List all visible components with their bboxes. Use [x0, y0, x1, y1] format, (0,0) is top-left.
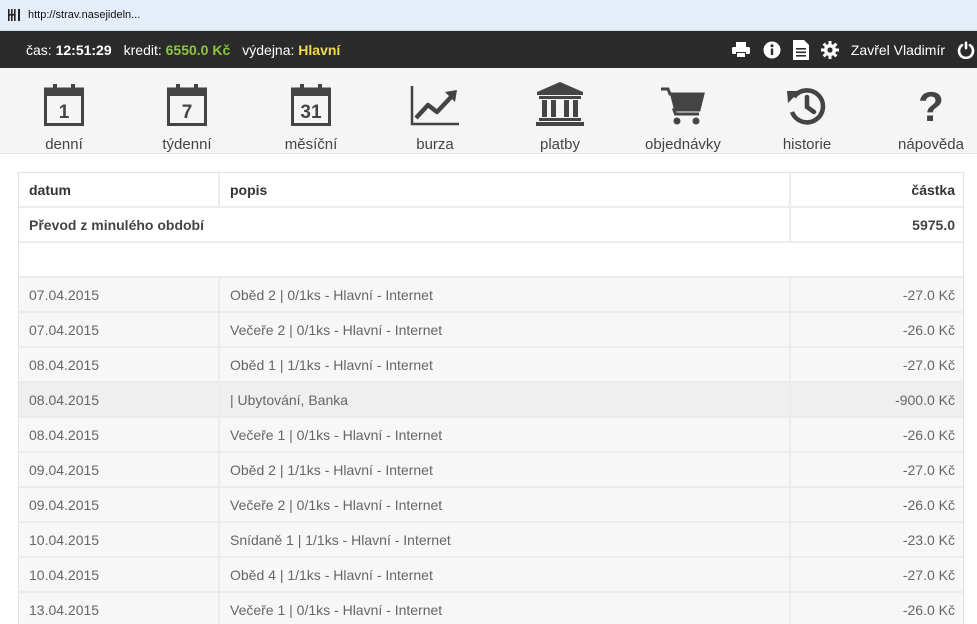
row-description: Oběd 1 | 1/1ks - Hlavní - Internet [220, 348, 791, 381]
table-row[interactable]: 13.04.2015 Večeře 1 | 0/1ks - Hlavní - I… [19, 593, 963, 624]
row-amount: -27.0 Kč [902, 286, 955, 303]
nav-label-daily: denní [45, 136, 83, 153]
row-date: 09.04.2015 [19, 453, 220, 486]
line-chart-icon [410, 86, 459, 126]
print-icon[interactable] [731, 41, 751, 58]
power-icon[interactable] [957, 41, 975, 59]
calendar-week-icon: 7 [167, 84, 207, 126]
row-date: 10.04.2015 [19, 558, 220, 591]
row-amount: -27.0 Kč [902, 566, 955, 583]
credit-display: kredit: 6550.0 Kč [124, 42, 231, 58]
table-row[interactable]: 08.04.2015 | Ubytování, Banka -900.0 Kč [19, 383, 963, 418]
row-description: Večeře 2 | 0/1ks - Hlavní - Internet [220, 488, 791, 521]
calendar-month-icon: 31 [291, 84, 331, 126]
table-row[interactable]: 08.04.2015 Večeře 1 | 0/1ks - Hlavní - I… [19, 418, 963, 453]
row-amount: -26.0 Kč [902, 601, 955, 618]
row-amount: -27.0 Kč [902, 461, 955, 478]
main-nav: 1 denní 7 týdenní 31 měsíční burza platb… [0, 68, 977, 154]
row-amount: -27.0 Kč [902, 356, 955, 373]
nav-label-help: nápověda [898, 136, 964, 153]
nav-item-help[interactable]: ? nápověda [891, 68, 971, 154]
row-date: 07.04.2015 [19, 278, 220, 311]
nav-item-monthly[interactable]: 31 měsíční [276, 68, 346, 154]
status-bar: čas: 12:51:29 kredit: 6550.0 Kč výdejna:… [0, 31, 977, 68]
bank-icon [536, 82, 584, 126]
browser-address-bar: http://strav.nasejideln... [0, 0, 977, 31]
info-icon[interactable] [763, 41, 781, 59]
nav-label-weekly: týdenní [162, 136, 212, 153]
gear-icon[interactable] [820, 40, 839, 59]
nav-item-weekly[interactable]: 7 týdenní [152, 68, 222, 154]
nav-item-daily[interactable]: 1 denní [34, 68, 94, 154]
carry-over-row: Převod z minulého období 5975.0 [19, 208, 963, 243]
credit-label: kredit: [123, 41, 162, 58]
history-icon [787, 88, 826, 125]
row-description: | Ubytování, Banka [220, 383, 791, 416]
calendar-day-icon: 1 [44, 84, 84, 126]
table-header-row: datum popis částka [19, 173, 963, 208]
question-mark: ? [918, 86, 944, 126]
table-row[interactable]: 07.04.2015 Oběd 2 | 0/1ks - Hlavní - Int… [19, 278, 963, 313]
calendar-month-number: 31 [300, 102, 322, 123]
header-date[interactable]: datum [19, 173, 220, 206]
user-name[interactable]: Zavřel Vladimír [851, 42, 945, 58]
credit-value: 6550.0 Kč [165, 41, 231, 58]
spacer-cell [19, 243, 963, 276]
row-date: 09.04.2015 [19, 488, 220, 521]
table-row[interactable]: 09.04.2015 Oběd 2 | 1/1ks - Hlavní - Int… [19, 453, 963, 488]
table-row[interactable]: 10.04.2015 Oběd 4 | 1/1ks - Hlavní - Int… [19, 558, 963, 593]
nav-label-exchange: burza [416, 136, 454, 153]
header-description[interactable]: popis [220, 173, 791, 206]
address-url[interactable]: http://strav.nasejideln... [28, 9, 140, 21]
nav-item-orders[interactable]: objednávky [638, 68, 728, 154]
transactions-table: datum popis částka Převod z minulého obd… [18, 172, 964, 624]
nav-item-exchange[interactable]: burza [400, 68, 470, 154]
calendar-day-number: 1 [59, 102, 70, 123]
row-amount: -26.0 Kč [902, 496, 955, 513]
canteen-value: Hlavní [298, 41, 341, 58]
row-description: Večeře 2 | 0/1ks - Hlavní - Internet [220, 313, 791, 346]
nav-item-history[interactable]: historie [772, 68, 842, 154]
nav-label-monthly: měsíční [284, 136, 338, 153]
question-icon: ? [918, 86, 944, 126]
row-date: 08.04.2015 [19, 348, 220, 381]
table-row[interactable]: 07.04.2015 Večeře 2 | 0/1ks - Hlavní - I… [19, 313, 963, 348]
row-date: 10.04.2015 [19, 523, 220, 556]
table-row[interactable]: 10.04.2015 Snídaně 1 | 1/1ks - Hlavní - … [19, 523, 963, 558]
row-amount: -26.0 Kč [902, 426, 955, 443]
nav-label-orders: objednávky [645, 136, 721, 153]
time-value: 12:51:29 [55, 41, 112, 58]
canteen-display: výdejna: Hlavní [242, 42, 340, 58]
row-date: 07.04.2015 [19, 313, 220, 346]
cart-icon [661, 87, 705, 125]
canteen-label: výdejna: [242, 41, 295, 58]
row-date: 13.04.2015 [19, 593, 220, 624]
row-date: 08.04.2015 [19, 383, 220, 416]
status-actions: Zavřel Vladimír [731, 31, 977, 68]
row-description: Oběd 2 | 0/1ks - Hlavní - Internet [220, 278, 791, 311]
spacer-row [19, 243, 963, 278]
carry-over-amount: 5975.0 [912, 216, 955, 233]
document-icon[interactable] [792, 39, 809, 60]
time-display: čas: 12:51:29 [26, 42, 112, 58]
table-row[interactable]: 09.04.2015 Večeře 2 | 0/1ks - Hlavní - I… [19, 488, 963, 523]
row-description: Večeře 1 | 0/1ks - Hlavní - Internet [220, 418, 791, 451]
row-amount: -26.0 Kč [902, 321, 955, 338]
row-description: Oběd 2 | 1/1ks - Hlavní - Internet [220, 453, 791, 486]
time-label: čas: [26, 41, 52, 58]
table-row[interactable]: 08.04.2015 Oběd 1 | 1/1ks - Hlavní - Int… [19, 348, 963, 383]
row-description: Snídaně 1 | 1/1ks - Hlavní - Internet [220, 523, 791, 556]
nav-label-history: historie [782, 136, 832, 153]
row-description: Oběd 4 | 1/1ks - Hlavní - Internet [220, 558, 791, 591]
row-description: Večeře 1 | 0/1ks - Hlavní - Internet [220, 593, 791, 624]
nav-item-payments[interactable]: platby [525, 68, 595, 154]
row-date: 08.04.2015 [19, 418, 220, 451]
calendar-week-number: 7 [182, 102, 193, 123]
header-amount[interactable]: částka [791, 173, 963, 206]
nav-label-payments: platby [539, 136, 581, 153]
fork-knife-icon [3, 4, 25, 26]
row-amount: -23.0 Kč [902, 531, 955, 548]
row-amount: -900.0 Kč [895, 391, 955, 408]
carry-over-label: Převod z minulého období [19, 208, 791, 241]
